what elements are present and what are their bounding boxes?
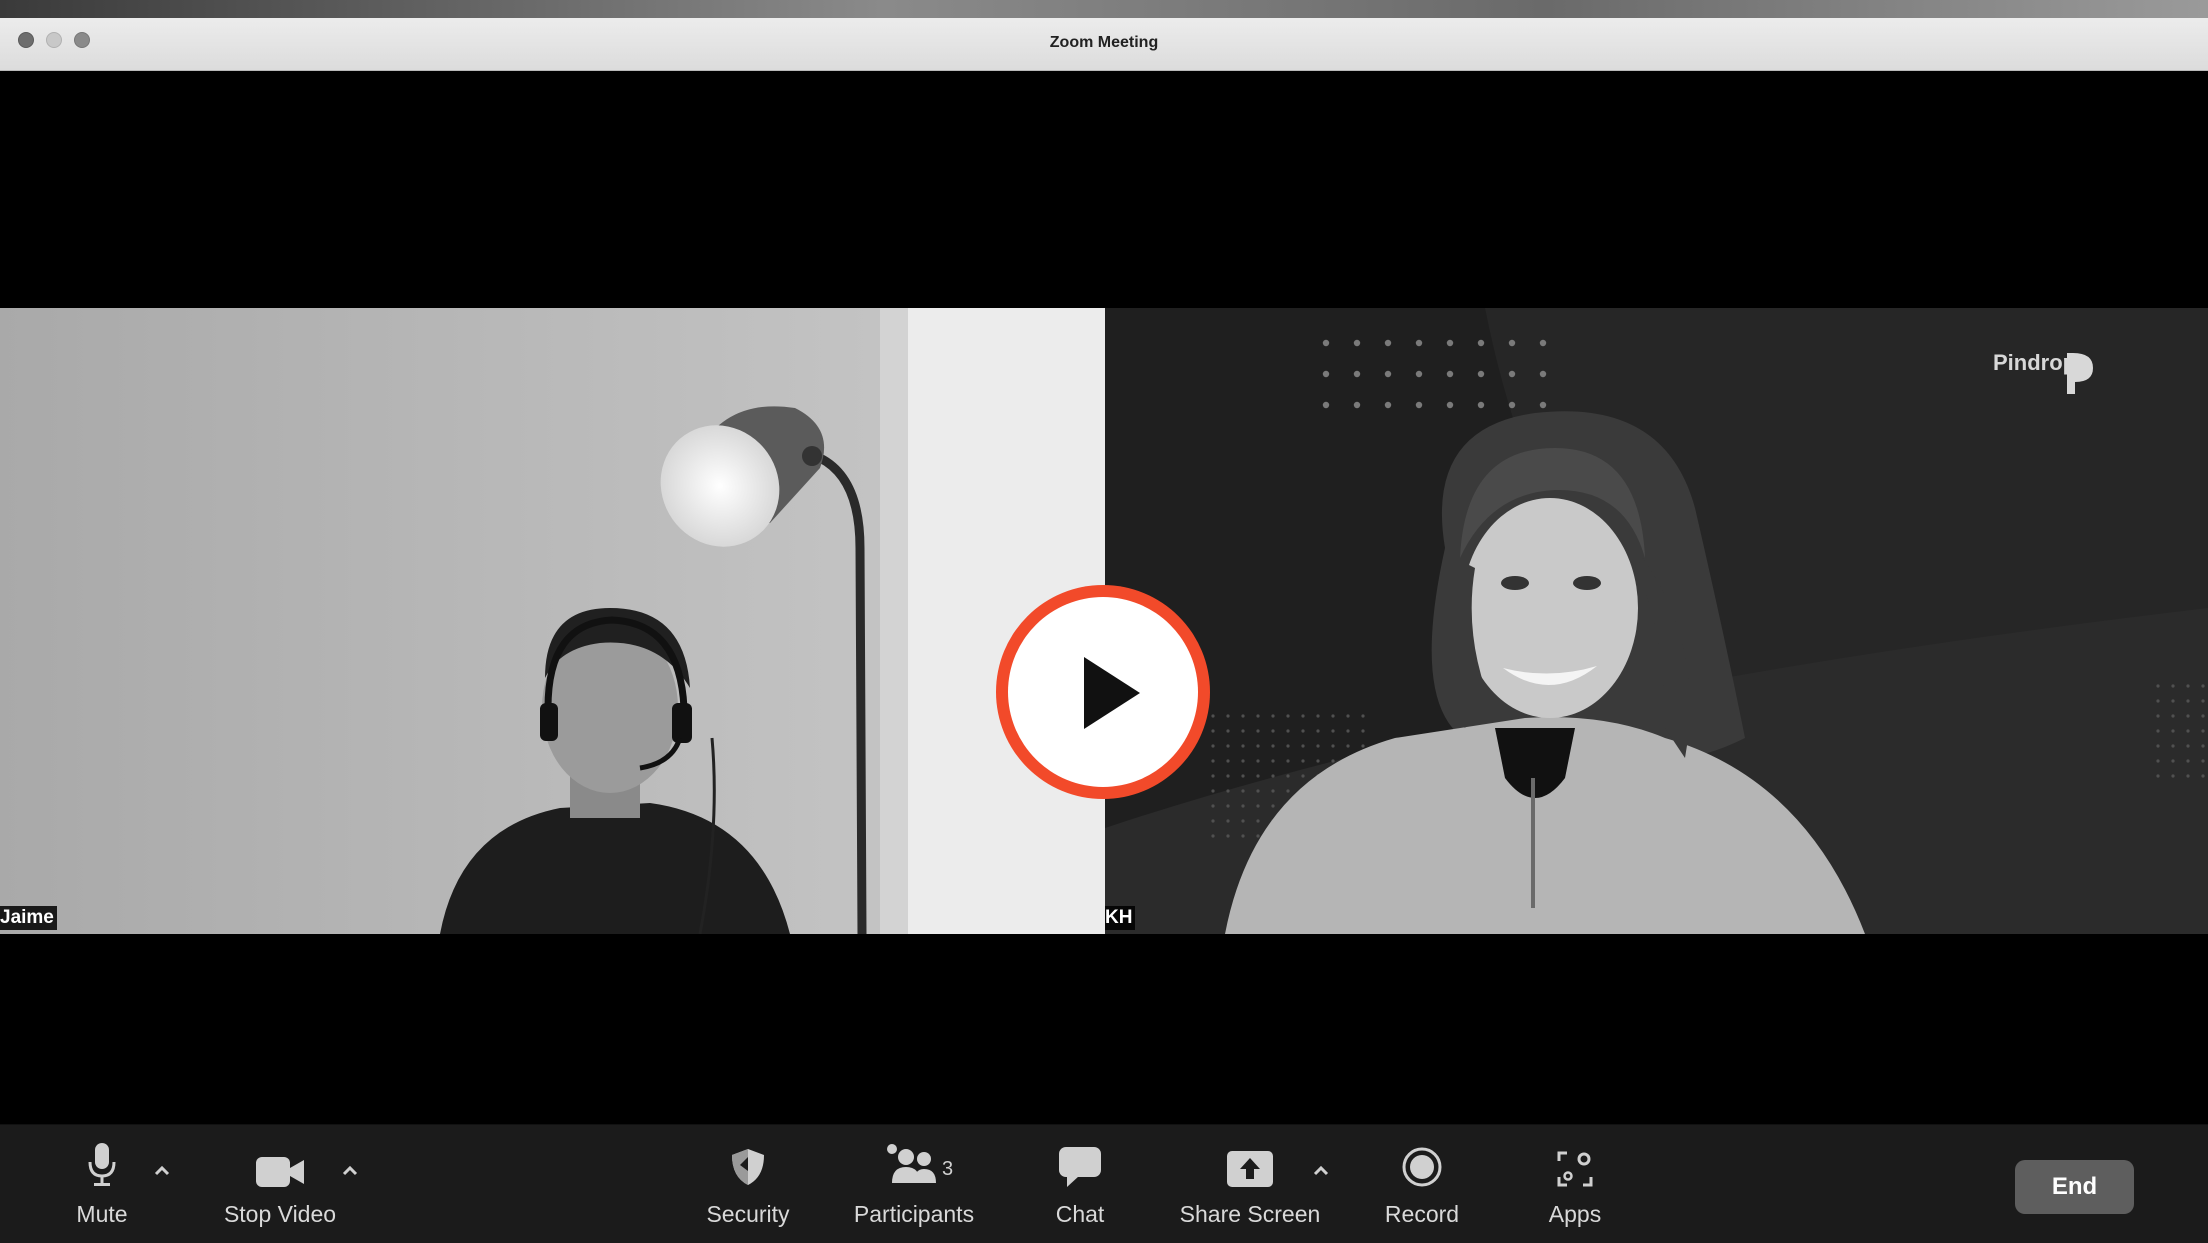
window-title: Zoom Meeting <box>1049 34 1159 51</box>
apps-button[interactable]: Apps <box>1535 1125 1615 1243</box>
stop-video-button[interactable]: Stop Video <box>210 1125 350 1243</box>
mute-button[interactable]: Mute <box>62 1125 142 1243</box>
video-feed-jaime <box>0 308 1105 934</box>
meeting-toolbar: Mute Stop Video Security Participants 3 … <box>0 1124 2208 1243</box>
apps-label: Apps <box>1548 1201 1602 1227</box>
share-screen-icon <box>1227 1151 1273 1187</box>
security-label: Security <box>706 1201 790 1227</box>
pindrop-watermark: Pindrop <box>1993 350 2077 375</box>
shield-icon <box>732 1149 764 1185</box>
end-meeting-button[interactable]: End <box>2015 1160 2134 1214</box>
participants-label: Participants <box>853 1201 975 1227</box>
audio-options-chevron-up-icon[interactable] <box>152 1161 172 1181</box>
video-options-chevron-up-icon[interactable] <box>340 1161 360 1181</box>
video-feed-kh <box>1105 308 2208 934</box>
chat-label: Chat <box>1055 1201 1105 1227</box>
video-camera-icon <box>256 1157 304 1187</box>
desktop-strip <box>0 0 2208 18</box>
share-options-chevron-up-icon[interactable] <box>1311 1161 1331 1181</box>
share-screen-button[interactable]: Share Screen <box>1170 1125 1330 1243</box>
meeting-stage: Jaime Pindrop KH <box>0 71 2208 1124</box>
share-screen-label: Share Screen <box>1179 1201 1321 1227</box>
participant-name-tag: KH <box>1105 906 1136 930</box>
chat-button[interactable]: Chat <box>1040 1125 1120 1243</box>
microphone-icon <box>88 1143 116 1186</box>
record-button[interactable]: Record <box>1372 1125 1472 1243</box>
video-tile-jaime[interactable]: Jaime <box>0 308 1105 934</box>
participant-name-tag: Jaime <box>0 906 57 930</box>
play-button[interactable] <box>988 577 1218 807</box>
stop-video-label: Stop Video <box>223 1201 337 1227</box>
title-bar: Zoom Meeting <box>0 18 2208 71</box>
participants-icon <box>887 1144 936 1183</box>
participants-button[interactable]: Participants <box>844 1125 984 1243</box>
chat-bubble-icon <box>1059 1147 1101 1187</box>
record-icon <box>1402 1147 1442 1187</box>
security-button[interactable]: Security <box>696 1125 800 1243</box>
play-icon <box>996 585 1210 799</box>
video-tile-kh[interactable]: Pindrop KH <box>1105 308 2208 934</box>
record-label: Record <box>1384 1201 1460 1227</box>
mute-label: Mute <box>76 1201 128 1227</box>
participants-count-badge: 3 <box>942 1158 954 1180</box>
apps-icon <box>1557 1151 1593 1187</box>
